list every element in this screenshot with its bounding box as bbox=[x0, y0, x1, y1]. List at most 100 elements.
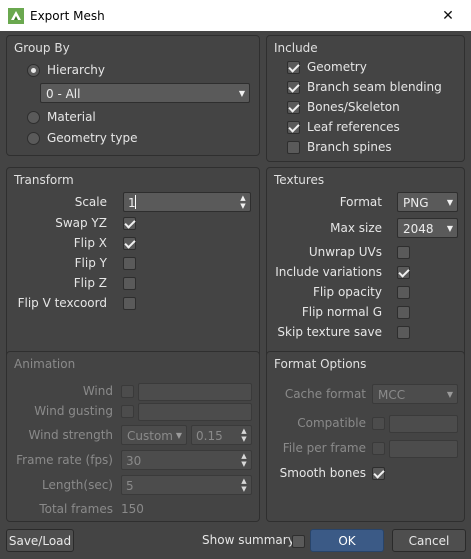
flip-x-label: Flip X bbox=[73, 236, 107, 250]
file-per-frame-checkbox[interactable] bbox=[372, 442, 385, 455]
animation-title: Animation bbox=[14, 357, 76, 371]
chevron-down-icon: ▼ bbox=[446, 197, 454, 207]
compatible-field bbox=[389, 415, 458, 433]
wind-strength-mode-select[interactable]: Custom ▼ bbox=[121, 425, 187, 445]
format-select[interactable]: PNG ▼ bbox=[397, 192, 458, 212]
spin-arrows-icon[interactable]: ▲ ▼ bbox=[238, 476, 250, 494]
total-frames-label: Total frames bbox=[39, 502, 113, 516]
include-variations-checkbox[interactable] bbox=[397, 266, 410, 279]
unwrap-uvs-label: Unwrap UVs bbox=[308, 245, 382, 259]
scale-value: 1 bbox=[128, 196, 136, 210]
flip-normal-g-label: Flip normal G bbox=[301, 305, 382, 319]
ok-button[interactable]: OK bbox=[310, 529, 384, 552]
animation-panel: Animation Wind Wind gusting Wind strengt… bbox=[6, 351, 260, 522]
geometry-label: Geometry bbox=[307, 60, 367, 74]
material-radio[interactable] bbox=[27, 111, 40, 124]
branch-seam-blending-label: Branch seam blending bbox=[307, 80, 442, 94]
flip-z-checkbox[interactable] bbox=[123, 277, 136, 290]
flip-z-label: Flip Z bbox=[73, 276, 107, 290]
textures-panel: Textures Format PNG ▼ Max size 2048 ▼ Un… bbox=[266, 167, 465, 374]
swap-yz-checkbox[interactable] bbox=[123, 217, 136, 230]
spin-arrows-icon[interactable]: ▲ ▼ bbox=[238, 451, 250, 469]
app-icon bbox=[8, 8, 24, 24]
wind-gusting-checkbox[interactable] bbox=[121, 405, 134, 418]
format-label: Format bbox=[339, 195, 382, 209]
hierarchy-label: Hierarchy bbox=[47, 63, 106, 77]
include-title: Include bbox=[274, 41, 318, 55]
transform-panel: Transform Scale 1 ▲ ▼ Swap YZ Flip X Flip… bbox=[6, 167, 260, 374]
flip-normal-g-checkbox[interactable] bbox=[397, 306, 410, 319]
ok-label: OK bbox=[338, 533, 356, 548]
window-title: Export Mesh bbox=[30, 9, 105, 23]
max-size-label: Max size bbox=[330, 221, 382, 235]
total-frames-value: 150 bbox=[121, 502, 144, 516]
frame-rate-label: Frame rate (fps) bbox=[16, 453, 113, 467]
leaf-references-label: Leaf references bbox=[307, 120, 400, 134]
textures-title: Textures bbox=[274, 173, 325, 187]
transform-title: Transform bbox=[14, 173, 74, 187]
geometry-type-radio[interactable] bbox=[27, 132, 40, 145]
material-label: Material bbox=[47, 110, 96, 124]
length-label: Length(sec) bbox=[42, 478, 113, 492]
wind-field bbox=[138, 383, 252, 401]
branch-spines-label: Branch spines bbox=[307, 140, 392, 154]
wind-gusting-label: Wind gusting bbox=[34, 404, 113, 418]
unwrap-uvs-checkbox[interactable] bbox=[397, 246, 410, 259]
flip-x-checkbox[interactable] bbox=[123, 237, 136, 250]
skip-texture-save-label: Skip texture save bbox=[277, 325, 382, 339]
branch-seam-blending-checkbox[interactable] bbox=[287, 81, 300, 94]
hierarchy-select[interactable]: 0 - All ▼ bbox=[40, 83, 250, 103]
save-load-label: Save/Load bbox=[8, 533, 72, 548]
format-value: PNG bbox=[403, 196, 429, 210]
compatible-checkbox[interactable] bbox=[372, 417, 385, 430]
flip-opacity-checkbox[interactable] bbox=[397, 286, 410, 299]
chevron-down-icon: ▼ bbox=[446, 223, 454, 233]
show-summary-label: Show summary bbox=[202, 533, 295, 547]
bones-skeleton-label: Bones/Skeleton bbox=[307, 100, 400, 114]
wind-strength-label: Wind strength bbox=[28, 428, 113, 442]
leaf-references-checkbox[interactable] bbox=[287, 121, 300, 134]
hierarchy-radio[interactable] bbox=[27, 64, 40, 77]
cache-format-label: Cache format bbox=[284, 387, 366, 401]
wind-strength-mode-value: Custom bbox=[127, 429, 173, 443]
flip-v-texcoord-label: Flip V texcoord bbox=[17, 296, 107, 310]
chevron-down-icon: ▼ bbox=[238, 88, 246, 98]
length-value: 5 bbox=[126, 479, 134, 493]
save-load-button[interactable]: Save/Load bbox=[6, 529, 74, 552]
show-summary-checkbox[interactable] bbox=[292, 535, 305, 548]
dialog-body: Group By Hierarchy 0 - All ▼ Material Ge… bbox=[0, 31, 471, 559]
include-panel: Include Geometry Branch seam blending Bo… bbox=[266, 35, 465, 162]
include-variations-label: Include variations bbox=[275, 265, 382, 279]
group-by-title: Group By bbox=[14, 41, 70, 55]
close-button[interactable]: ✕ bbox=[425, 0, 471, 31]
length-input[interactable]: 5 ▲ ▼ bbox=[121, 475, 252, 495]
wind-gusting-field bbox=[138, 403, 252, 421]
format-options-title: Format Options bbox=[274, 357, 367, 371]
close-icon: ✕ bbox=[442, 7, 454, 24]
spin-arrows-icon[interactable]: ▲ ▼ bbox=[238, 426, 250, 444]
smooth-bones-checkbox[interactable] bbox=[372, 467, 385, 480]
chevron-down-icon: ▼ bbox=[446, 389, 454, 399]
branch-spines-checkbox[interactable] bbox=[287, 141, 300, 154]
skip-texture-save-checkbox[interactable] bbox=[397, 326, 410, 339]
swap-yz-label: Swap YZ bbox=[55, 216, 107, 230]
scale-input[interactable]: 1 ▲ ▼ bbox=[123, 192, 251, 212]
flip-y-checkbox[interactable] bbox=[123, 257, 136, 270]
file-per-frame-field bbox=[389, 440, 458, 458]
cancel-button[interactable]: Cancel bbox=[392, 529, 466, 552]
geometry-checkbox[interactable] bbox=[287, 61, 300, 74]
wind-label: Wind bbox=[82, 384, 113, 398]
wind-checkbox[interactable] bbox=[121, 385, 134, 398]
flip-v-texcoord-checkbox[interactable] bbox=[123, 297, 136, 310]
spin-arrows-icon[interactable]: ▲ ▼ bbox=[237, 193, 249, 211]
hierarchy-select-value: 0 - All bbox=[46, 87, 81, 101]
geometry-type-label: Geometry type bbox=[47, 131, 138, 145]
smooth-bones-label: Smooth bones bbox=[279, 466, 366, 480]
bones-skeleton-checkbox[interactable] bbox=[287, 101, 300, 114]
wind-strength-input[interactable]: 0.15 ▲ ▼ bbox=[191, 425, 252, 445]
cache-format-value: MCC bbox=[378, 388, 406, 402]
max-size-select[interactable]: 2048 ▼ bbox=[397, 218, 458, 238]
cache-format-select[interactable]: MCC ▼ bbox=[372, 384, 458, 404]
frame-rate-input[interactable]: 30 ▲ ▼ bbox=[121, 450, 252, 470]
format-options-panel: Format Options Cache format MCC ▼ Compat… bbox=[266, 351, 465, 522]
